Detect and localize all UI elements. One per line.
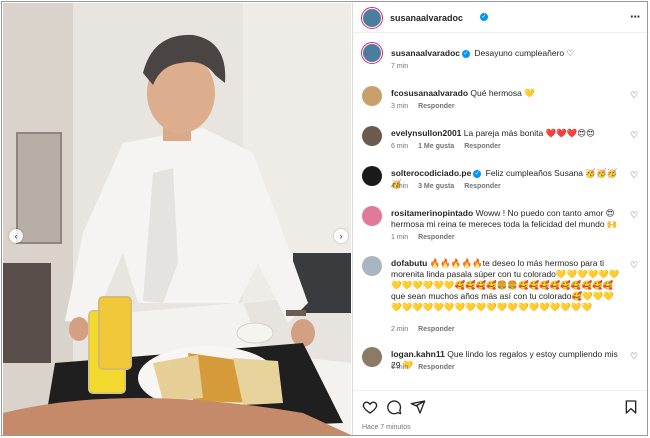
comment-time: 4 min [391,183,409,190]
caption-time: 7 min [391,63,409,70]
comment-time: 6 min [391,364,409,371]
heart-icon[interactable]: ♡ [630,170,638,181]
commenter-avatar[interactable] [362,206,382,226]
commenter-avatar[interactable] [362,86,382,106]
author-avatar[interactable] [361,42,383,64]
comment-time: 2 min [391,326,409,333]
posted-time: Hace 7 minutos [362,424,411,431]
reply-button[interactable]: Responder [464,143,501,150]
comment-likes[interactable]: 1 Me gusta [418,143,454,150]
comment-item: evelynsullon2001 La pareja más bonita ❤️… [353,124,649,156]
author-avatar[interactable] [361,7,383,29]
comment-item: solterocodiciado.pe ✓ Feliz cumpleaños Su… [353,164,649,196]
commenter-username[interactable]: evelynsullon2001 [391,128,461,138]
commenter-avatar[interactable] [362,256,382,276]
heart-icon[interactable]: ♡ [630,210,638,221]
save-icon[interactable] [623,399,639,415]
commenter-username[interactable]: logan.kahn11 [391,349,445,359]
commenter-username[interactable]: rositamerinopintado [391,208,473,218]
caption-text: Desayuno cumpleañero [474,48,565,58]
commenter-avatar[interactable] [362,126,382,146]
comment-text: La pareja más bonita ❤️❤️❤️😍😍 [463,128,595,138]
comment-item: dofabutu 🔥🔥🔥🔥🔥te deseo lo más hermoso pa… [353,254,649,338]
chevron-right-icon[interactable]: › [334,229,348,243]
comment-time: 3 min [391,103,409,110]
photo-scene [3,3,351,435]
commenter-username[interactable]: dofabutu [391,258,427,268]
commenter-username[interactable]: fcosusanaalvarado [391,88,468,98]
comment-time: 6 min [391,143,409,150]
commenter-username[interactable]: solterocodiciado.pe [391,168,471,178]
more-icon[interactable]: ··· [630,9,641,24]
heart-icon[interactable]: ♡ [630,130,638,141]
comment-time: 1 min [391,234,409,241]
author-username[interactable]: susanaalvaradoc [390,13,463,23]
heart-icon[interactable]: ♡ [630,260,638,271]
chevron-left-icon[interactable]: ‹ [9,229,23,243]
post-photo[interactable]: ‹ › [3,3,351,435]
caption-emoji: ♡ [566,48,575,58]
comment-item: logan.kahn11 Que lindo los regalos y est… [353,345,649,377]
post-header: susanaalvaradoc ✓ ··· [353,3,649,33]
caption-username[interactable]: susanaalvaradoc [391,48,460,58]
verified-icon: ✓ [473,169,482,178]
heart-icon[interactable] [362,399,378,415]
verified-icon: ✓ [480,13,488,21]
commenter-avatar[interactable] [362,166,382,186]
reply-button[interactable]: Responder [418,326,455,333]
reply-button[interactable]: Responder [464,183,501,190]
post-side-panel: susanaalvaradoc ✓ ··· susanaalvaradoc ✓ D… [352,3,649,435]
reply-button[interactable]: Responder [418,234,455,241]
caption: susanaalvaradoc ✓ Desayuno cumpleañero ♡ … [353,42,649,76]
comment-icon[interactable] [386,399,402,415]
reply-button[interactable]: Responder [418,103,455,110]
heart-icon[interactable]: ♡ [630,90,638,101]
comment-item: fcosusanaalvarado Qué hermosa 💛 3 min Re… [353,84,649,116]
comment-text: Qué hermosa 💛 [470,88,535,98]
reply-button[interactable]: Responder [418,364,455,371]
heart-icon[interactable]: ♡ [630,351,638,362]
comment-item: rositamerinopintado Woww ! No puedo con … [353,204,649,246]
instagram-post-modal: ‹ › susanaalvaradoc ✓ ··· susanaalvarado… [0,0,650,438]
commenter-avatar[interactable] [362,347,382,367]
share-icon[interactable] [410,399,426,415]
comment-likes[interactable]: 3 Me gusta [418,183,454,190]
comments-list: susanaalvaradoc ✓ Desayuno cumpleañero ♡ … [353,34,649,390]
action-bar: Hace 7 minutos [353,390,649,435]
verified-icon: ✓ [461,49,470,58]
